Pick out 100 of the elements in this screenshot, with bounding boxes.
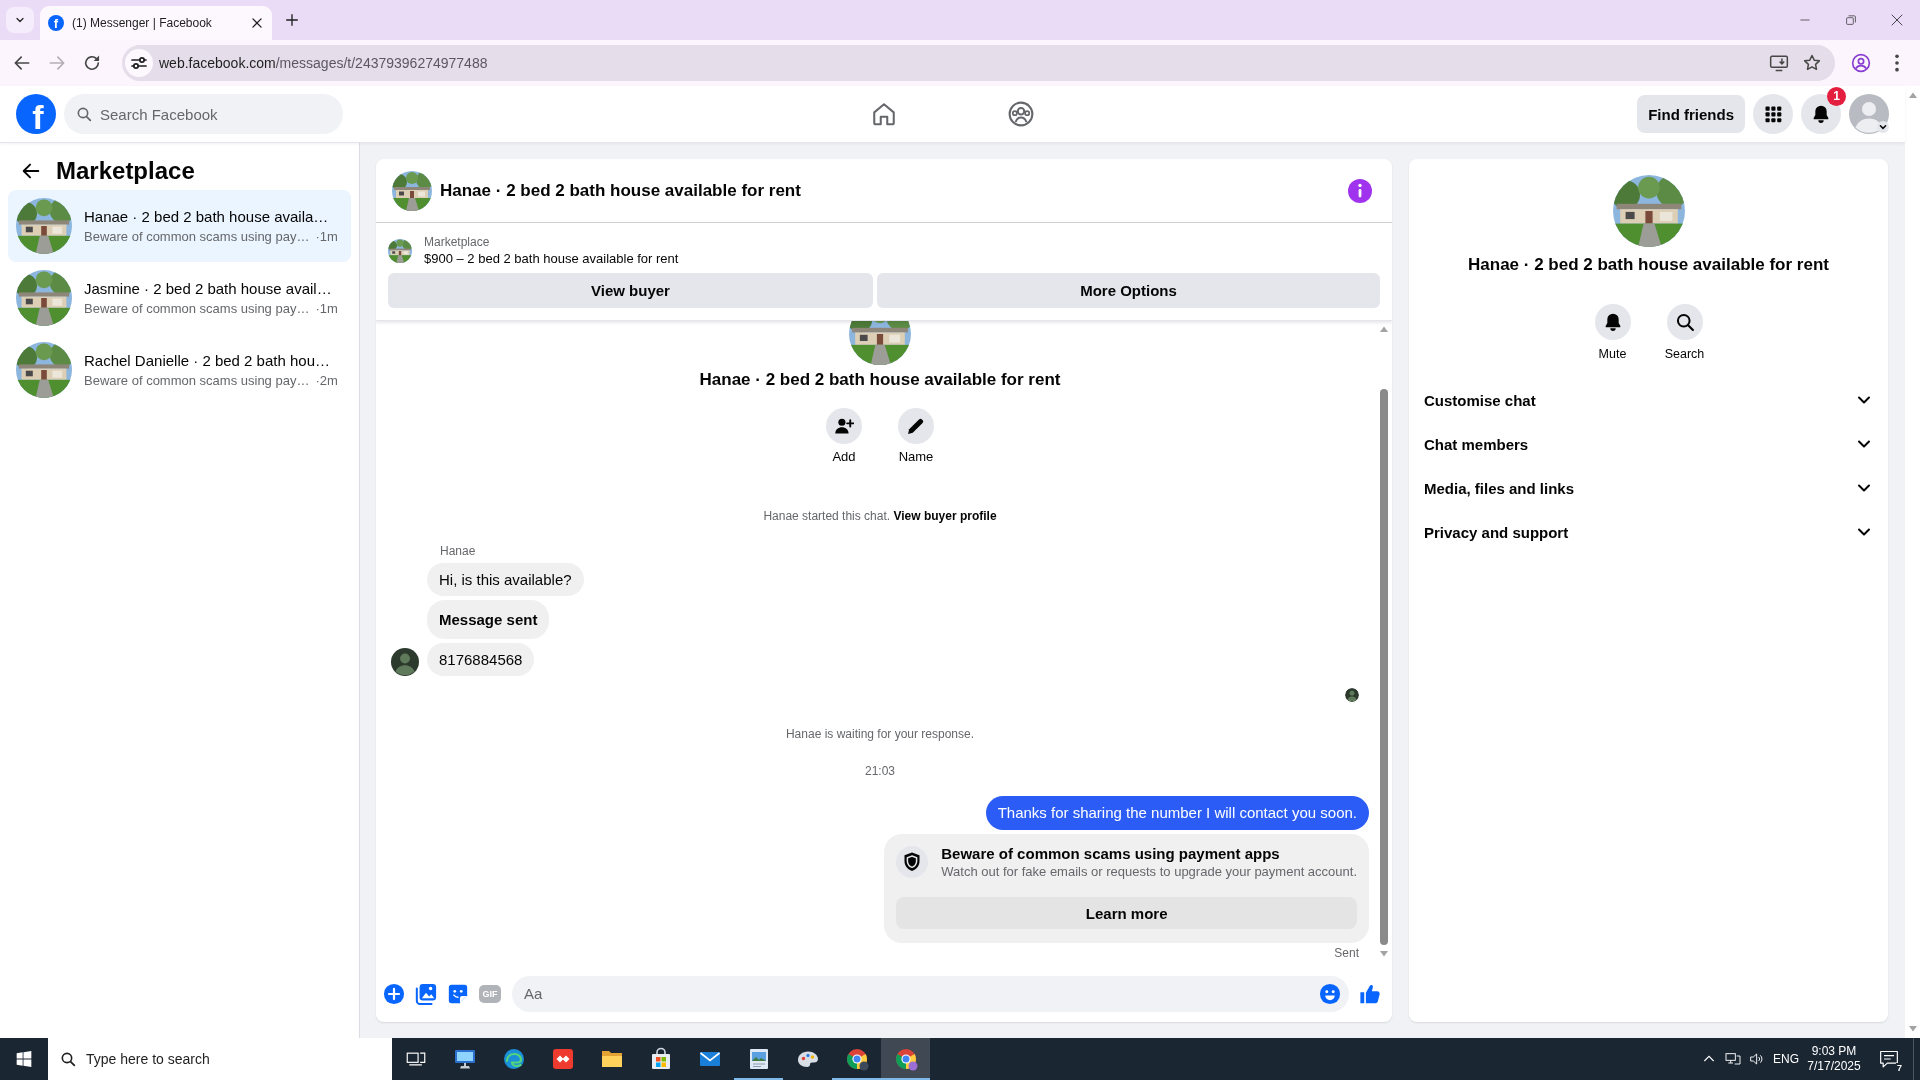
conversation-preview: Beware of common scams using pay… <box>84 373 310 389</box>
monitor-icon <box>452 1047 477 1071</box>
warning-text: Watch out for fake emails or requests to upgrade your payment account. <box>941 863 1357 880</box>
action-label: Search <box>1664 346 1705 362</box>
round-logo-icon <box>844 1047 869 1071</box>
conversation-time: ·2m <box>315 373 338 389</box>
listing-source: Marketplace <box>424 235 491 250</box>
diamond-tile-icon <box>550 1047 575 1071</box>
house-photo <box>849 321 911 365</box>
action-label: Add <box>832 449 856 465</box>
conversation-title: Rachel Danielle · 2 bed 2 bath hou… <box>84 351 331 370</box>
learn-more-button[interactable]: Learn more <box>896 897 1357 929</box>
clock-time[interactable]: 9:03 PM <box>1811 1044 1857 1059</box>
swirl-icon <box>501 1047 526 1071</box>
mute-button[interactable] <box>1594 304 1631 340</box>
star-icon[interactable] <box>1802 53 1822 73</box>
search-icon <box>1674 312 1695 332</box>
grid-icon <box>1763 104 1783 124</box>
home-icon[interactable] <box>871 101 897 127</box>
conversation-title: Hanae · 2 bed 2 bath house availa… <box>84 207 330 226</box>
house-photo <box>16 270 72 326</box>
listing-button[interactable]: More Options <box>877 273 1380 308</box>
conversation-preview: Beware of common scams using pay… <box>84 301 310 317</box>
rename-button[interactable] <box>898 408 934 444</box>
action-label: Name <box>898 449 934 465</box>
caret-icon[interactable] <box>1877 121 1889 133</box>
conversation-title: Jasmine · 2 bed 2 bath house avail… <box>84 279 333 298</box>
speaker-icon[interactable] <box>1749 1051 1765 1067</box>
windows-icon[interactable] <box>16 1051 32 1067</box>
action-label: Mute <box>1598 346 1627 362</box>
listing-summary: $900 – 2 bed 2 bath house available for rent <box>424 250 679 267</box>
conversation-item[interactable]: Rachel Danielle · 2 bed 2 bath hou… Beware of common scams using pay… ·2m <box>8 334 351 406</box>
accordion-row[interactable]: Media, files and links <box>1409 466 1888 510</box>
info-icon[interactable] <box>1348 178 1372 203</box>
close-icon[interactable] <box>250 16 264 30</box>
message-bubble: Message sent <box>427 600 550 639</box>
emoji-icon[interactable] <box>1319 982 1341 1005</box>
profile-icon[interactable] <box>1851 53 1871 73</box>
search-icon <box>60 1051 76 1067</box>
read-receipt-avatar <box>1345 688 1359 702</box>
install-icon[interactable] <box>1769 53 1789 73</box>
notification-count: 7 <box>1896 1063 1903 1073</box>
house-photo <box>388 239 412 263</box>
language-indicator[interactable]: ENG <box>1769 1038 1803 1080</box>
plus-icon[interactable] <box>284 12 300 28</box>
sent-message-bubble: Thanks for sharing the number I will contact you soon. <box>985 796 1369 830</box>
add-people-button[interactable] <box>826 408 862 444</box>
message-field[interactable]: Aa <box>512 975 1349 1012</box>
people-icon[interactable] <box>1008 101 1034 127</box>
photo-icon[interactable] <box>415 982 437 1005</box>
taskbar-search-field[interactable]: Type here to search <box>48 1038 392 1080</box>
network-icon[interactable] <box>1725 1051 1741 1067</box>
house-photo <box>16 198 72 254</box>
site-settings-icon[interactable] <box>125 49 153 77</box>
browser-tab[interactable]: f (1) Messenger | Facebook <box>40 6 272 40</box>
view-buyer-profile-link[interactable]: View buyer profile <box>893 509 997 523</box>
url-text: web.facebook.com/messages/t/24379396274977488 <box>159 55 488 71</box>
conversation-preview: Beware of common scams using pay… <box>84 229 310 245</box>
restore-icon[interactable] <box>1846 15 1856 25</box>
plus-circle-icon[interactable] <box>383 982 405 1005</box>
taskbar-button[interactable] <box>881 1038 930 1080</box>
site-logo: f <box>48 15 64 31</box>
find-friends-button[interactable]: Find friends <box>1637 95 1745 133</box>
house-photo <box>16 342 72 398</box>
conversation-item[interactable]: Hanae · 2 bed 2 bath house availa… Beware of common scams using pay… ·1m <box>8 190 351 262</box>
sender-avatar <box>391 648 419 676</box>
message-timestamp: 21:03 <box>865 763 895 779</box>
scrollbar-thumb[interactable] <box>1380 389 1388 945</box>
notification-badge: 1 <box>1827 87 1846 106</box>
search-field[interactable]: Search Facebook <box>64 94 343 134</box>
clock-date[interactable]: 7/17/2025 <box>1807 1059 1861 1074</box>
conversation-item[interactable]: Jasmine · 2 bed 2 bath house avail… Beware of common scams using pay… ·1m <box>8 262 351 334</box>
details-title: Hanae · 2 bed 2 bath house available for rent <box>1468 254 1829 276</box>
reload-icon[interactable] <box>82 53 102 73</box>
message-bubble: 8176884568 <box>427 643 535 676</box>
address-bar[interactable]: web.facebook.com/messages/t/24379396274977488 <box>122 45 1835 81</box>
accordion-row[interactable]: Customise chat <box>1409 378 1888 422</box>
add-person-icon <box>834 416 854 436</box>
close-icon[interactable] <box>1891 14 1903 26</box>
pencil-icon <box>906 416 926 436</box>
menu-button[interactable] <box>1753 94 1793 134</box>
delivery-status: Sent <box>1334 946 1359 960</box>
back-icon[interactable] <box>12 53 32 73</box>
thumbs-up-icon[interactable] <box>1359 982 1381 1005</box>
sticker-icon[interactable] <box>447 982 469 1005</box>
listing-button[interactable]: View buyer <box>388 273 873 308</box>
accordion-row[interactable]: Chat members <box>1409 422 1888 466</box>
accordion-row[interactable]: Privacy and support <box>1409 510 1888 554</box>
tab-title: (1) Messenger | Facebook <box>72 16 213 30</box>
conversation-heading: Hanae · 2 bed 2 bath house available for rent <box>699 369 1061 391</box>
house-photo <box>392 170 432 211</box>
search-button[interactable] <box>1666 304 1703 340</box>
notification-icon[interactable] <box>1879 1049 1899 1069</box>
chat-title: Hanae · 2 bed 2 bath house available for rent <box>440 180 801 201</box>
sender-name: Hanae <box>440 543 476 559</box>
round-logo-icon <box>893 1047 918 1071</box>
chat-start-note: Hanae started this chat. <box>763 509 891 523</box>
status-note: Hanae is waiting for your response. <box>785 726 975 742</box>
conversation-time: ·1m <box>315 301 338 317</box>
site-logo[interactable]: f <box>16 94 56 134</box>
